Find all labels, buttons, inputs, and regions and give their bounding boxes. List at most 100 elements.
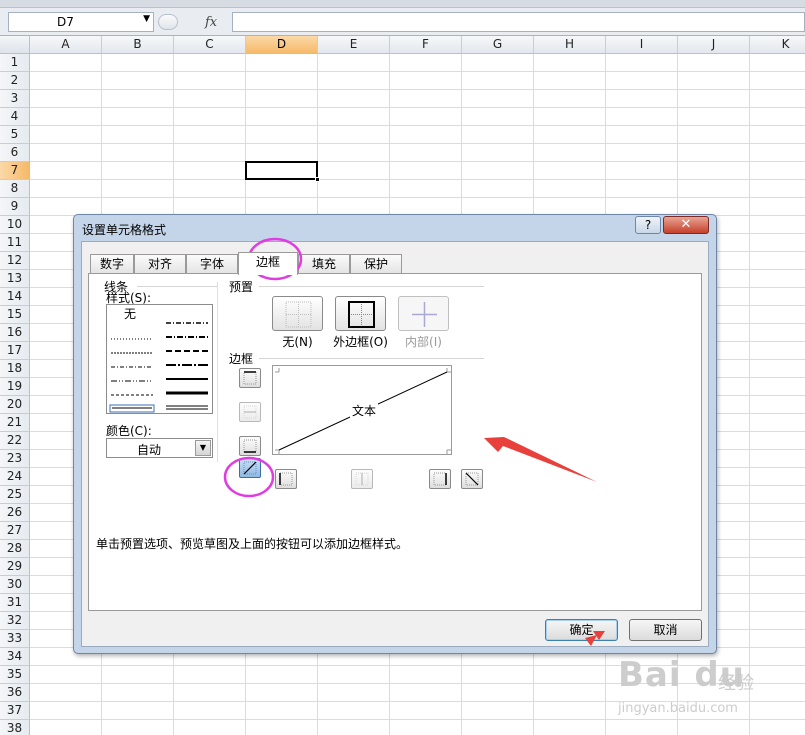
row-header-17[interactable]: 17 [0, 342, 30, 360]
watermark-url: jingyan.baidu.com [618, 701, 738, 716]
format-cells-dialog: 设置单元格格式 ? ✕ 数字 对齐 字体 边框 填充 保护 线条 样式(S): … [73, 214, 717, 654]
row-header-27[interactable]: 27 [0, 522, 30, 540]
border-top-button[interactable] [239, 368, 261, 388]
row-header-34[interactable]: 34 [0, 648, 30, 666]
column-header-i[interactable]: I [606, 36, 678, 54]
separator [259, 358, 484, 359]
preset-none-label: 无(N) [282, 335, 313, 349]
row-header-2[interactable]: 2 [0, 72, 30, 90]
row-header-23[interactable]: 23 [0, 450, 30, 468]
row-header-38[interactable]: 38 [0, 720, 30, 735]
row-header-30[interactable]: 30 [0, 576, 30, 594]
preset-outline-icon [348, 301, 375, 328]
active-cell[interactable] [245, 161, 320, 182]
row-header-18[interactable]: 18 [0, 360, 30, 378]
row-header-29[interactable]: 29 [0, 558, 30, 576]
border-diagonal-up-button[interactable] [239, 458, 261, 478]
border-diagonal-down-icon [465, 472, 479, 486]
border-inside-vertical-icon [355, 472, 369, 486]
preset-outline-button[interactable] [335, 296, 386, 331]
row-header-32[interactable]: 32 [0, 612, 30, 630]
cancel-button[interactable]: 取消 [629, 619, 702, 641]
row-header-26[interactable]: 26 [0, 504, 30, 522]
row-header-19[interactable]: 19 [0, 378, 30, 396]
preset-none-button[interactable] [272, 296, 323, 331]
formula-input[interactable] [233, 12, 805, 32]
row-header-22[interactable]: 22 [0, 432, 30, 450]
row-header-5[interactable]: 5 [0, 126, 30, 144]
tab-font[interactable]: 字体 [186, 254, 238, 274]
row-header-9[interactable]: 9 [0, 198, 30, 216]
preset-inside-button[interactable] [398, 296, 449, 331]
border-inside-vertical-button[interactable] [351, 469, 373, 489]
line-style-list[interactable]: 无 [106, 304, 213, 414]
name-box[interactable]: D7 ▼ [8, 12, 154, 32]
border-preview[interactable]: 文本 [272, 365, 452, 455]
border-bottom-button[interactable] [239, 436, 261, 456]
row-header-20[interactable]: 20 [0, 396, 30, 414]
preset-outline-label: 外边框(O) [333, 335, 388, 349]
excel-window: D7 ▼ fx ABCDEFGHIJK 1 2 3 4 5 6 7 8 9 10 11 12 13 14 1… [0, 0, 805, 735]
ok-button[interactable]: 确定 [545, 619, 618, 641]
insert-function-icon[interactable]: fx [205, 15, 217, 30]
row-header-4[interactable]: 4 [0, 108, 30, 126]
border-diagonal-up-icon [243, 461, 257, 475]
color-select[interactable]: 自动 ▼ [106, 438, 213, 458]
row-header-15[interactable]: 15 [0, 306, 30, 324]
row-header-3[interactable]: 3 [0, 90, 30, 108]
select-all-corner[interactable] [0, 36, 30, 54]
row-header-33[interactable]: 33 [0, 630, 30, 648]
row-header-7[interactable]: 7 [0, 162, 30, 180]
column-header-d[interactable]: D [246, 36, 318, 54]
formula-bar-expander[interactable] [158, 14, 178, 30]
preset-section-label: 预置 [229, 280, 254, 294]
color-label: 颜色(C): [106, 424, 152, 438]
row-header-1[interactable]: 1 [0, 54, 30, 72]
row-header-13[interactable]: 13 [0, 270, 30, 288]
dialog-body: 数字 对齐 字体 边框 填充 保护 线条 样式(S): 无 颜色(C): 自动 … [81, 241, 709, 647]
row-header-24[interactable]: 24 [0, 468, 30, 486]
row-header-25[interactable]: 25 [0, 486, 30, 504]
dialog-title: 设置单元格格式 [82, 223, 167, 237]
row-header-8[interactable]: 8 [0, 180, 30, 198]
row-header-12[interactable]: 12 [0, 252, 30, 270]
tab-alignment[interactable]: 对齐 [134, 254, 186, 274]
row-header-11[interactable]: 11 [0, 234, 30, 252]
fill-handle[interactable] [315, 177, 320, 182]
row-header-31[interactable]: 31 [0, 594, 30, 612]
column-header-j[interactable]: J [678, 36, 750, 54]
row-header-16[interactable]: 16 [0, 324, 30, 342]
tab-protection[interactable]: 保护 [350, 254, 402, 274]
column-header-a[interactable]: A [30, 36, 102, 54]
column-header-g[interactable]: G [462, 36, 534, 54]
column-header-f[interactable]: F [390, 36, 462, 54]
tab-fill[interactable]: 填充 [298, 254, 350, 274]
column-header-e[interactable]: E [318, 36, 390, 54]
border-diagonal-down-button[interactable] [461, 469, 483, 489]
border-section-label: 边框 [229, 352, 254, 366]
tab-number[interactable]: 数字 [90, 254, 134, 274]
close-button[interactable]: ✕ [663, 216, 709, 234]
border-left-button[interactable] [275, 469, 297, 489]
column-header-c[interactable]: C [174, 36, 246, 54]
row-header-37[interactable]: 37 [0, 702, 30, 720]
row-header-35[interactable]: 35 [0, 666, 30, 684]
column-header-b[interactable]: B [102, 36, 174, 54]
chevron-down-icon[interactable]: ▼ [143, 14, 150, 24]
column-header-k[interactable]: K [750, 36, 805, 54]
column-header-h[interactable]: H [534, 36, 606, 54]
row-header-36[interactable]: 36 [0, 684, 30, 702]
tab-border[interactable]: 边框 [238, 252, 298, 275]
help-button[interactable]: ? [635, 216, 661, 234]
row-header-14[interactable]: 14 [0, 288, 30, 306]
border-inside-horizontal-button[interactable] [239, 402, 261, 422]
border-right-button[interactable] [429, 469, 451, 489]
row-header-28[interactable]: 28 [0, 540, 30, 558]
line-style-swatches[interactable] [107, 305, 214, 415]
separator [137, 286, 217, 287]
row-header-6[interactable]: 6 [0, 144, 30, 162]
row-header-21[interactable]: 21 [0, 414, 30, 432]
row-header-10[interactable]: 10 [0, 216, 30, 234]
chevron-down-icon[interactable]: ▼ [195, 440, 211, 456]
border-left-icon [279, 472, 293, 486]
